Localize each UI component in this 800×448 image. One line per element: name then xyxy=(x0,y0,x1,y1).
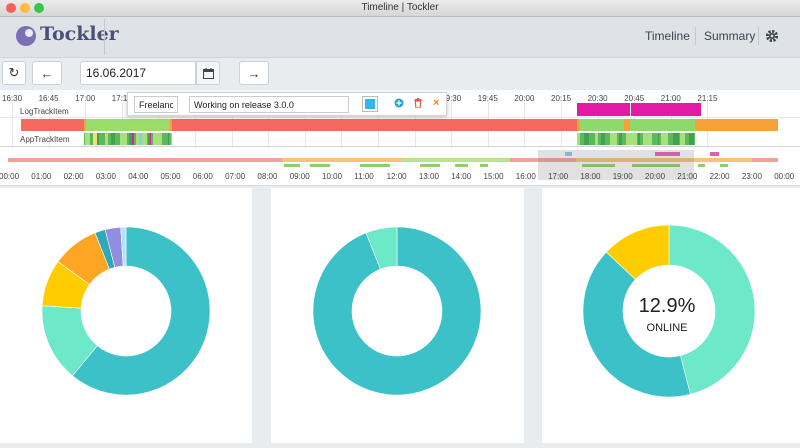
tockler-logo-icon xyxy=(16,26,36,46)
logo-divider xyxy=(104,19,105,55)
app-track-item[interactable] xyxy=(694,133,695,145)
nav-divider xyxy=(695,27,696,45)
timeline-tick-label: 16:45 xyxy=(38,94,59,103)
app-usage-panel xyxy=(0,188,252,443)
overview-tick-label: 14:00 xyxy=(451,172,472,181)
nav-summary[interactable]: Summary xyxy=(704,29,755,43)
date-toolbar: ↻ ← → xyxy=(0,58,800,90)
close-icon[interactable]: × xyxy=(433,97,439,109)
overview-tick-label: 04:00 xyxy=(128,172,149,181)
timeline-tick-label: 16:30 xyxy=(2,94,23,103)
row-label-app: AppTrackItem xyxy=(20,135,70,144)
overview-tick-label: 08:00 xyxy=(257,172,278,181)
overview-app-item xyxy=(310,164,330,167)
previous-day-button[interactable]: ← xyxy=(32,61,62,85)
overview-tick-label: 19:00 xyxy=(612,172,633,181)
timeline-gridline xyxy=(12,102,13,146)
timeline-tick-label: 20:30 xyxy=(587,94,608,103)
nav-timeline[interactable]: Timeline xyxy=(645,29,690,43)
overview-tick-label: 20:00 xyxy=(645,172,666,181)
status-active-bar[interactable] xyxy=(630,119,695,131)
timeline-tick-label: 20:45 xyxy=(624,94,645,103)
timeline-tick-label: 20:00 xyxy=(514,94,535,103)
color-swatch xyxy=(365,99,375,109)
overview-tick-label: 01:00 xyxy=(31,172,52,181)
app-track-item[interactable] xyxy=(150,133,151,145)
app-track-item[interactable] xyxy=(171,133,172,145)
timeline-tick-label: 21:00 xyxy=(660,94,681,103)
overview-tick-label: 06:00 xyxy=(192,172,213,181)
title-usage-panel xyxy=(271,188,524,443)
overview-app-item xyxy=(420,164,440,167)
overview-tick-label: 02:00 xyxy=(63,172,84,181)
online-percentage: 12.9% xyxy=(638,295,696,317)
app-logo: Tockler xyxy=(40,23,119,45)
timeline-tick-label: 17:00 xyxy=(75,94,96,103)
overview-app-item xyxy=(360,164,390,167)
status-active-bar[interactable] xyxy=(86,119,170,131)
overview-tick-label: 23:00 xyxy=(741,172,762,181)
overview-tick-label: 00:00 xyxy=(774,172,795,181)
tag-input[interactable] xyxy=(134,96,178,113)
app-track-item[interactable] xyxy=(139,133,142,145)
nav-divider xyxy=(758,27,759,45)
overview-tick-label: 05:00 xyxy=(160,172,181,181)
overview-tick-label: 00:00 xyxy=(0,172,20,181)
overview-app-item xyxy=(455,164,468,167)
refresh-button[interactable]: ↻ xyxy=(2,61,26,85)
online-status-panel: 12.9% ONLINE xyxy=(542,188,800,443)
overview-tick-label: 22:00 xyxy=(709,172,730,181)
row-label-log: LogTrackItem xyxy=(20,107,69,116)
calendar-icon xyxy=(202,67,214,79)
color-picker-button[interactable] xyxy=(362,96,378,112)
arrow-left-icon: ← xyxy=(40,65,54,81)
log-item-block[interactable] xyxy=(577,103,630,116)
overview-app-item xyxy=(480,164,488,167)
overview-tick-label: 10:00 xyxy=(322,172,343,181)
refresh-icon: ↻ xyxy=(8,65,20,80)
overview-tick-label: 17:00 xyxy=(548,172,569,181)
overview-tick-label: 21:00 xyxy=(677,172,698,181)
window-title: Timeline | Tockler xyxy=(361,2,439,13)
app-track-item[interactable] xyxy=(93,133,97,145)
title-input[interactable] xyxy=(189,96,349,113)
overview-tick-label: 11:00 xyxy=(354,172,374,181)
overview-tick-label: 12:00 xyxy=(386,172,407,181)
online-label: ONLINE xyxy=(646,322,688,334)
overview-tick-label: 15:00 xyxy=(483,172,504,181)
trash-icon[interactable] xyxy=(413,98,423,111)
overview-app-item xyxy=(720,164,728,167)
log-item-edit-popup: × xyxy=(127,92,447,116)
row-divider xyxy=(0,146,800,147)
overview-app-item xyxy=(284,164,300,167)
arrow-right-icon: → xyxy=(247,65,261,81)
window-titlebar: Timeline | Tockler xyxy=(0,0,800,17)
overview-online-bar xyxy=(402,158,510,162)
overview-tick-label: 18:00 xyxy=(580,172,601,181)
overview-tick-label: 09:00 xyxy=(289,172,310,181)
overview-log-item xyxy=(710,152,719,156)
log-item-block[interactable] xyxy=(631,103,701,116)
app-header: Tockler Timeline Summary xyxy=(0,17,800,58)
app-track-item[interactable] xyxy=(132,133,134,145)
next-day-button[interactable]: → xyxy=(239,61,269,85)
title-usage-donut-chart xyxy=(312,226,482,396)
overview-tick-label: 07:00 xyxy=(225,172,246,181)
timeline-tick-label: 20:15 xyxy=(551,94,572,103)
overview-app-item xyxy=(698,164,705,167)
overview-online-bar xyxy=(282,158,402,162)
timeline-tick-label: 19:45 xyxy=(477,94,498,103)
overview-tick-label: 13:00 xyxy=(418,172,439,181)
overview-tick-label: 16:00 xyxy=(515,172,536,181)
overview-tick-label: 03:00 xyxy=(95,172,116,181)
row-divider xyxy=(0,117,800,118)
date-input[interactable] xyxy=(80,61,196,85)
app-usage-donut-chart xyxy=(41,226,211,396)
gear-icon[interactable] xyxy=(764,28,780,44)
timeline-tick-label: 21:15 xyxy=(697,94,718,103)
status-active-bar[interactable] xyxy=(580,119,624,131)
plus-circle-icon[interactable] xyxy=(394,98,404,111)
calendar-button[interactable] xyxy=(196,61,220,85)
